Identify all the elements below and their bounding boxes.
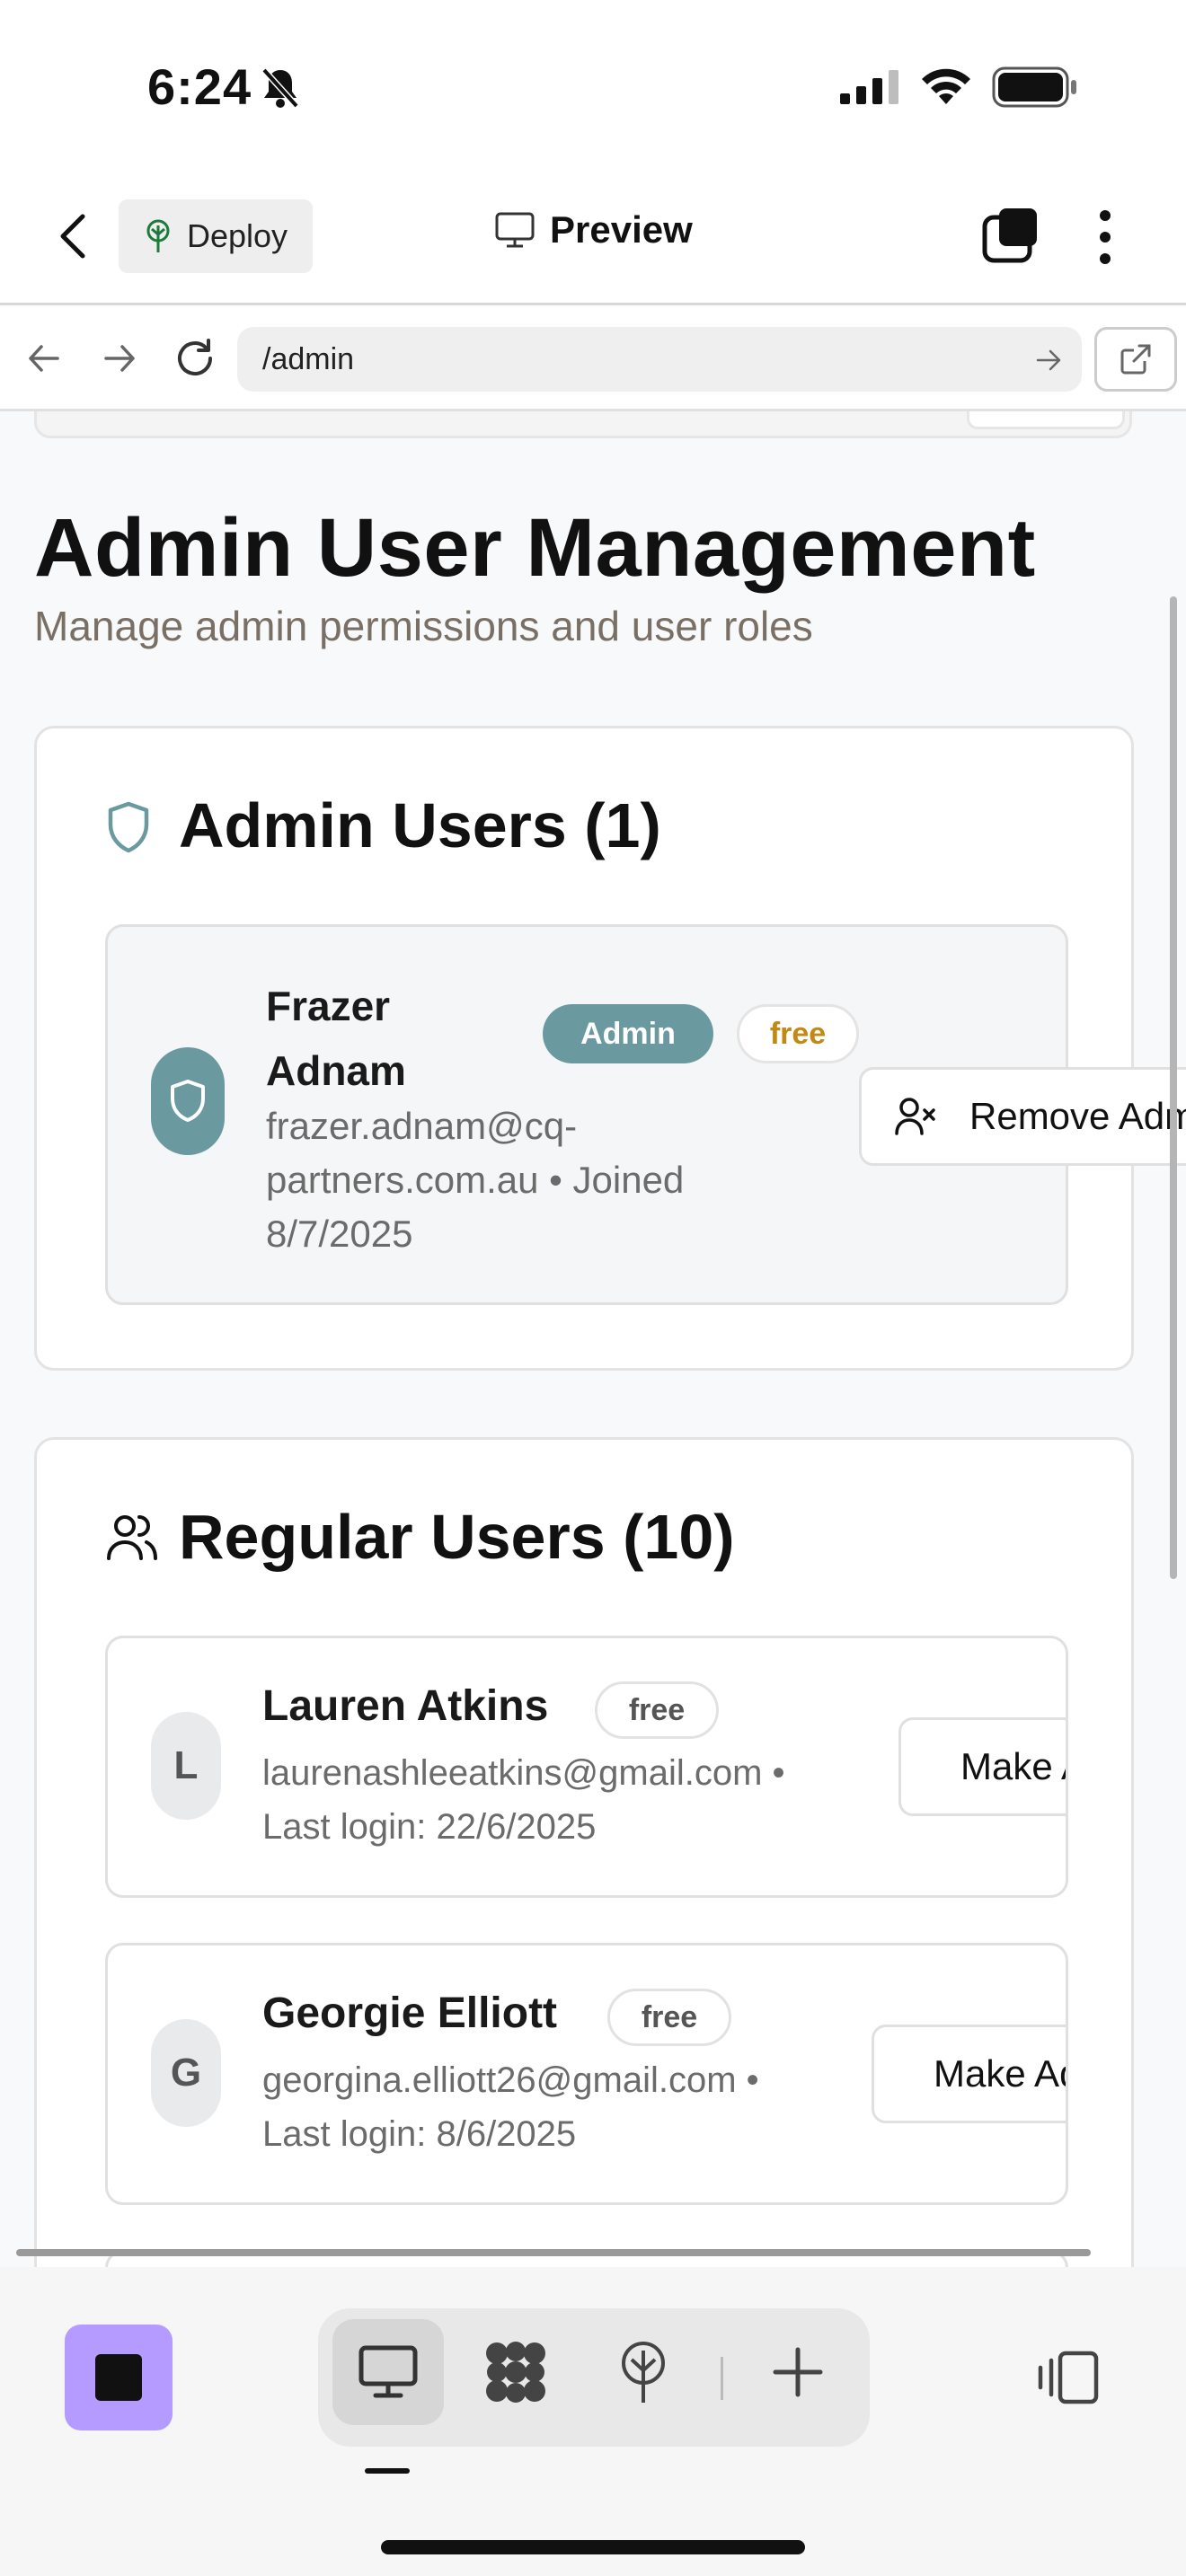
page-subtitle: Manage admin permissions and user roles xyxy=(34,603,813,649)
regular-users-card: Regular Users (10) L Lauren Atkins free … xyxy=(34,1437,1134,2267)
user-email: georgina.elliott26@gmail.com • xyxy=(262,2060,759,2100)
horizontal-scrollbar[interactable] xyxy=(16,2249,1091,2256)
plan-badge: free xyxy=(595,1681,719,1739)
users-icon xyxy=(107,1515,157,1560)
stop-icon xyxy=(95,2354,142,2401)
regular-users-title: Regular Users (10) xyxy=(179,1502,735,1572)
bell-slash-icon xyxy=(261,67,299,109)
active-tab-indicator xyxy=(365,2468,410,2474)
admin-user-row: Frazer Adnam Admin free frazer.adnam@cq-… xyxy=(105,924,1186,1305)
url-input[interactable]: /admin xyxy=(237,327,1082,392)
remove-admin-button[interactable]: Remove Admin xyxy=(859,1067,1186,1166)
deploy-label: Deploy xyxy=(187,217,288,254)
status-time: 6:24 xyxy=(147,58,252,115)
bottom-toolbar xyxy=(0,2267,1186,2576)
user-row: L Lauren Atkins free laurenashleeatkins@… xyxy=(105,1636,1068,1898)
components-view-button[interactable] xyxy=(460,2319,571,2425)
reload-icon[interactable] xyxy=(173,336,217,381)
make-admin-button[interactable]: Make Admin xyxy=(872,2025,1066,2123)
admin-user-name: Frazer Adnam xyxy=(266,983,406,1094)
user-email: laurenashleeatkins@gmail.com • xyxy=(262,1753,785,1793)
role-badge: Admin xyxy=(543,1004,713,1063)
plan-badge: free xyxy=(737,1004,859,1063)
deploy-view-button[interactable] xyxy=(588,2319,699,2425)
desktop-view-button[interactable] xyxy=(332,2319,444,2425)
app-header: Deploy Preview xyxy=(0,171,1186,305)
stop-button[interactable] xyxy=(65,2325,173,2430)
make-admin-label: Make Admin xyxy=(960,1745,1066,1787)
page-title: Admin User Management xyxy=(34,502,1036,594)
user-name: Georgie Elliott xyxy=(262,1989,558,2037)
cellular-signal-icon xyxy=(840,70,898,104)
toolbar-divider xyxy=(721,2357,723,2400)
deploy-tree-icon xyxy=(146,219,170,252)
panel-toggle-icon[interactable] xyxy=(1033,2350,1100,2405)
plan-badge: free xyxy=(607,1989,731,2046)
add-button[interactable] xyxy=(742,2319,854,2425)
chevron-left-icon[interactable] xyxy=(56,211,92,261)
battery-icon xyxy=(992,66,1076,108)
user-x-icon xyxy=(895,1098,935,1135)
external-link-icon xyxy=(1120,344,1151,375)
remove-admin-label: Remove Admin xyxy=(969,1095,1186,1137)
previous-card-button-edge xyxy=(967,411,1125,429)
wifi-icon xyxy=(922,68,970,104)
deploy-tree-icon xyxy=(622,2342,665,2403)
make-admin-button[interactable]: Make Admin xyxy=(898,1717,1066,1816)
plus-icon xyxy=(773,2347,823,2397)
admin-avatar xyxy=(151,1047,225,1155)
arrow-right-icon[interactable] xyxy=(101,340,138,377)
url-text: /admin xyxy=(262,341,355,376)
shield-icon xyxy=(171,1080,205,1122)
go-arrow-icon[interactable] xyxy=(1035,347,1062,374)
make-admin-label: Make Admin xyxy=(934,2052,1066,2095)
user-last-login: Last login: 8/6/2025 xyxy=(262,2114,577,2154)
page-content: Admin User Management Manage admin permi… xyxy=(0,411,1186,2267)
open-external-button[interactable] xyxy=(1094,327,1177,392)
admin-users-title: Admin Users (1) xyxy=(179,790,661,860)
status-bar: 6:24 xyxy=(0,0,1186,171)
shield-icon xyxy=(108,801,149,853)
avatar: L xyxy=(151,1712,221,1820)
url-bar: /admin xyxy=(0,305,1186,411)
monitor-icon xyxy=(495,212,535,248)
grid-blob-icon xyxy=(486,2342,545,2403)
desktop-icon xyxy=(358,2345,418,2398)
deploy-button[interactable]: Deploy xyxy=(119,199,313,273)
vertical-scrollbar[interactable] xyxy=(1170,596,1177,1579)
user-name: Lauren Atkins xyxy=(262,1682,549,1730)
view-switcher xyxy=(318,2308,870,2447)
preview-title: Preview xyxy=(494,208,693,251)
home-indicator xyxy=(381,2540,805,2554)
more-vertical-icon[interactable] xyxy=(1087,208,1123,266)
user-last-login: Last login: 22/6/2025 xyxy=(262,1807,597,1847)
admin-users-card: Admin Users (1) Frazer Adnam Admin free … xyxy=(34,726,1186,1371)
preview-title-text: Preview xyxy=(550,208,693,251)
admin-user-email: frazer.adnam@cq-partners.com.au • Joined… xyxy=(266,1105,685,1255)
tabs-icon[interactable] xyxy=(981,207,1040,264)
avatar: G xyxy=(151,2019,221,2127)
user-row: G Georgie Elliott free georgina.elliott2… xyxy=(105,1943,1068,2205)
arrow-left-icon[interactable] xyxy=(25,340,63,377)
